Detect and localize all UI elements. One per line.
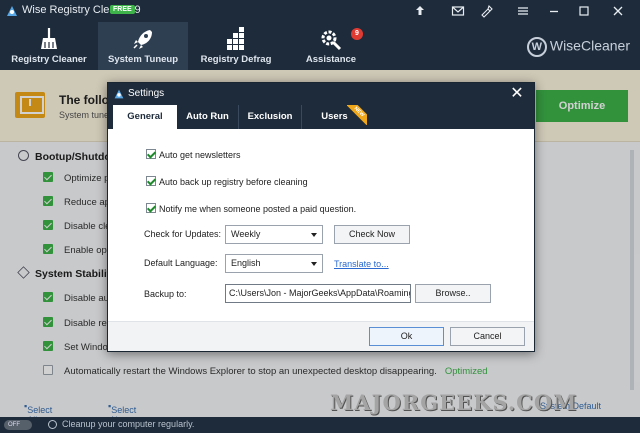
settings-tabs: General Auto Run Exclusion Users NEW bbox=[108, 105, 534, 129]
auto-backup-checkbox-row[interactable]: Auto back up registry before cleaning bbox=[146, 176, 308, 187]
nav-registry-defrag[interactable]: Registry Defrag bbox=[195, 22, 277, 70]
rocket-icon bbox=[133, 30, 152, 49]
cancel-button[interactable]: Cancel bbox=[450, 327, 525, 346]
minimize-icon[interactable] bbox=[539, 0, 569, 22]
newsletter-checkbox-row[interactable]: Auto get newsletters bbox=[146, 149, 241, 160]
tab-label: Users bbox=[321, 111, 348, 122]
nav-assistance[interactable]: Assistance 9 bbox=[295, 22, 367, 70]
dialog-title-bar: Settings ✕ bbox=[108, 83, 534, 105]
settings-dialog: Settings ✕ General Auto Run Exclusion Us… bbox=[107, 82, 535, 352]
clock-icon bbox=[48, 420, 57, 429]
tab-users[interactable]: Users NEW bbox=[302, 105, 367, 129]
update-frequency-select[interactable]: Weekly bbox=[225, 225, 323, 244]
app-logo-icon bbox=[114, 89, 124, 99]
theme-icon[interactable] bbox=[471, 0, 501, 22]
chevron-down-icon bbox=[311, 233, 317, 237]
newsletter-checkbox[interactable] bbox=[146, 149, 156, 159]
main-navigation: Registry Cleaner System Tuneup Registry … bbox=[0, 22, 640, 70]
app-logo-icon bbox=[7, 6, 17, 16]
nav-label: Registry Defrag bbox=[200, 54, 272, 65]
mail-icon[interactable] bbox=[443, 0, 473, 22]
nav-label: Registry Cleaner bbox=[11, 54, 87, 65]
nav-system-tuneup[interactable]: System Tuneup bbox=[98, 22, 188, 70]
checkbox-label: Auto get newsletters bbox=[159, 150, 241, 160]
new-badge: NEW bbox=[347, 105, 367, 125]
translate-link[interactable]: Translate to... bbox=[334, 259, 389, 269]
close-icon[interactable] bbox=[603, 0, 633, 22]
language-select[interactable]: English bbox=[225, 254, 323, 273]
selected-value: Weekly bbox=[231, 229, 261, 239]
tab-auto-run[interactable]: Auto Run bbox=[177, 105, 239, 129]
brand-logo[interactable]: W WiseCleaner bbox=[526, 37, 630, 57]
nav-label: System Tuneup bbox=[107, 54, 179, 65]
edition-badge: FREE bbox=[110, 5, 135, 14]
browse-button[interactable]: Browse.. bbox=[415, 284, 491, 303]
schedule-toggle[interactable]: OFF bbox=[4, 420, 32, 430]
status-message: Cleanup your computer regularly. bbox=[62, 419, 195, 429]
dialog-close-icon[interactable]: ✕ bbox=[508, 84, 526, 104]
notify-checkbox[interactable] bbox=[146, 203, 156, 213]
status-bar: OFF Cleanup your computer regularly. bbox=[0, 417, 640, 433]
checkbox-label: Notify me when someone posted a paid que… bbox=[159, 204, 357, 214]
tab-general[interactable]: General bbox=[113, 105, 177, 129]
check-now-button[interactable]: Check Now bbox=[334, 225, 410, 244]
brand-name: WiseCleaner bbox=[549, 37, 630, 54]
notification-badge: 9 bbox=[351, 28, 363, 40]
notify-checkbox-row[interactable]: Notify me when someone posted a paid que… bbox=[146, 203, 356, 214]
backup-label: Backup to: bbox=[144, 289, 187, 299]
auto-backup-checkbox[interactable] bbox=[146, 176, 156, 186]
maximize-icon[interactable] bbox=[569, 0, 599, 22]
broom-icon bbox=[41, 28, 57, 49]
dialog-title: Settings bbox=[128, 88, 165, 99]
checkbox-label: Auto back up registry before cleaning bbox=[159, 177, 308, 187]
upload-icon[interactable] bbox=[405, 0, 435, 22]
selected-value: English bbox=[231, 258, 261, 268]
nav-label: Assistance bbox=[305, 54, 357, 65]
language-label: Default Language: bbox=[144, 258, 218, 268]
title-bar: Wise Registry Cleaner 9 FREE bbox=[0, 0, 640, 22]
backup-path-field[interactable]: C:\Users\Jon - MajorGeeks\AppData\Roamin… bbox=[225, 284, 411, 303]
tab-exclusion[interactable]: Exclusion bbox=[239, 105, 302, 129]
gear-wrench-icon bbox=[321, 30, 342, 51]
chevron-down-icon bbox=[311, 262, 317, 266]
defrag-blocks-icon bbox=[227, 27, 244, 50]
ok-button[interactable]: Ok bbox=[369, 327, 444, 346]
nav-registry-cleaner[interactable]: Registry Cleaner bbox=[6, 22, 92, 70]
wisecleaner-logo-icon: W bbox=[526, 37, 547, 57]
updates-label: Check for Updates: bbox=[144, 229, 222, 239]
menu-icon[interactable] bbox=[508, 0, 538, 22]
